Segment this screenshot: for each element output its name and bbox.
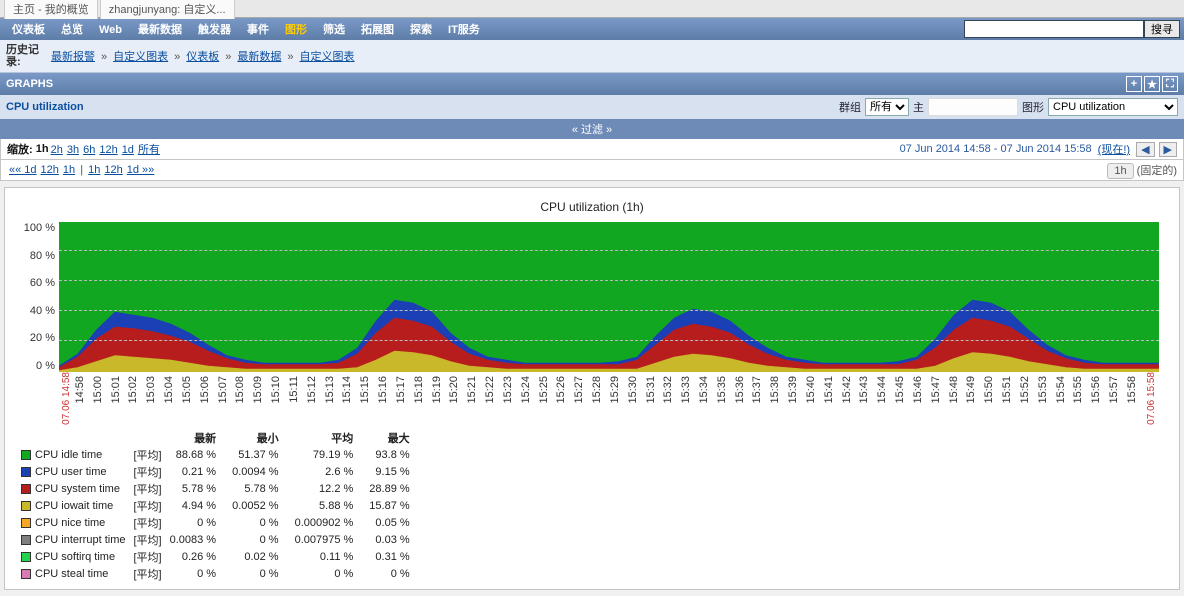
breadcrumb-link[interactable]: 自定义图表 — [300, 51, 355, 63]
history-label: 历史记录: — [6, 44, 42, 68]
time-range: 07 Jun 2014 14:58 - 07 Jun 2014 15:58 — [900, 143, 1092, 155]
legend-row: CPU interrupt time[平均]0.0083 %0 %0.00797… — [21, 532, 426, 549]
group-label: 群组 — [839, 99, 861, 115]
zoom-link[interactable]: 6h — [83, 144, 95, 156]
legend-row: CPU nice time[平均]0 %0 %0.000902 %0.05 % — [21, 515, 426, 532]
pager-link[interactable]: 1d »» — [127, 164, 155, 176]
star-icon[interactable]: ★ — [1144, 76, 1160, 92]
zoom-link[interactable]: 所有 — [138, 144, 160, 156]
menu-item[interactable]: Web — [91, 22, 130, 38]
legend-row: CPU iowait time[平均]4.94 %0.0052 %5.88 %1… — [21, 498, 426, 515]
menu-item[interactable]: 触发器 — [190, 22, 239, 38]
x-axis: 14:5815:0015:0115:0215:0315:0415:0515:06… — [74, 376, 1144, 426]
chart-container: CPU utilization (1h) 100 %80 %60 %40 %20… — [4, 187, 1180, 590]
zoom-link[interactable]: 12h — [99, 144, 117, 156]
menu-item[interactable]: IT服务 — [440, 22, 488, 38]
main-menu: 仪表板总览Web最新数据触发器事件图形筛选拓展图探索IT服务 搜寻 — [0, 18, 1184, 40]
x-end: 07.06 15:58 — [1146, 372, 1157, 425]
search-button[interactable]: 搜寻 — [1144, 20, 1180, 38]
plot-area — [59, 222, 1159, 372]
menu-item[interactable]: 最新数据 — [130, 22, 190, 38]
breadcrumb-link[interactable]: 最新报警 — [51, 51, 95, 63]
legend-row: CPU idle time[平均]88.68 %51.37 %79.19 %93… — [21, 447, 426, 464]
pager-link: | — [77, 164, 86, 176]
filter-toggle[interactable]: « 过滤 » — [0, 119, 1184, 139]
plus-icon[interactable]: + — [1126, 76, 1142, 92]
section-title: GRAPHS — [6, 78, 53, 90]
breadcrumb-link[interactable]: 最新数据 — [237, 51, 281, 63]
legend: 最新最小平均最大CPU idle time[平均]88.68 %51.37 %7… — [21, 430, 1169, 583]
prev-button[interactable]: ◀ — [1136, 142, 1154, 157]
host-value — [928, 98, 1018, 116]
legend-row: CPU steal time[平均]0 %0 %0 %0 % — [21, 566, 426, 583]
zoom-link[interactable]: 2h — [51, 144, 63, 156]
chart-plot[interactable]: 100 %80 %60 %40 %20 %0 % 07.06 14:58 14:… — [59, 222, 1159, 426]
graph-header: CPU utilization 群组 所有 主 图形 CPU utilizati… — [0, 95, 1184, 119]
chart-title: CPU utilization (1h) — [15, 194, 1169, 222]
pager-link[interactable]: 12h — [104, 164, 122, 176]
menu-item[interactable]: 总览 — [53, 22, 91, 38]
history-bar: 历史记录: 最新报警»自定义图表»仪表板»最新数据»自定义图表 — [0, 40, 1184, 73]
zoom-active[interactable]: 1h — [36, 143, 49, 155]
next-button[interactable]: ▶ — [1159, 142, 1177, 157]
browser-tabs: 主页 - 我的概览 zhangjunyang: 自定义... — [0, 0, 1184, 18]
search-box: 搜寻 — [964, 20, 1180, 38]
menu-item[interactable]: 筛选 — [315, 22, 353, 38]
pager-link[interactable]: «« 1d — [9, 164, 37, 176]
menu-item[interactable]: 探索 — [402, 22, 440, 38]
zoom-bar: 缩放: 1h 2h 3h 6h 12h 1d 所有 07 Jun 2014 14:58 -… — [0, 139, 1184, 160]
menu-item[interactable]: 仪表板 — [4, 22, 53, 38]
zoom-link[interactable]: 3h — [67, 144, 79, 156]
breadcrumb-link[interactable]: 自定义图表 — [113, 51, 168, 63]
browser-tab[interactable]: zhangjunyang: 自定义... — [100, 0, 235, 19]
host-label: 主 — [913, 99, 924, 115]
graph-select-label: 图形 — [1022, 99, 1044, 115]
menu-item[interactable]: 拓展图 — [353, 22, 402, 38]
menu-item[interactable]: 事件 — [239, 22, 277, 38]
pager-bar: «« 1d 12h 1h | 1h 12h 1d »» 1h (固定的) — [0, 160, 1184, 181]
pager-link[interactable]: 12h — [41, 164, 59, 176]
pager-link[interactable]: 1h — [88, 164, 100, 176]
y-axis: 100 %80 %60 %40 %20 %0 % — [17, 222, 55, 372]
x-start: 07.06 14:58 — [61, 372, 72, 425]
browser-tab[interactable]: 主页 - 我的概览 — [4, 0, 98, 19]
section-bar: GRAPHS + ★ ⛶ — [0, 73, 1184, 95]
fullscreen-icon[interactable]: ⛶ — [1162, 76, 1178, 92]
breadcrumb-link[interactable]: 仪表板 — [186, 51, 219, 63]
graph-select[interactable]: CPU utilization — [1048, 98, 1178, 116]
search-input[interactable] — [964, 20, 1144, 38]
window-size: 1h — [1107, 163, 1133, 179]
graph-title: CPU utilization — [6, 101, 84, 113]
now-link[interactable]: (现在!) — [1098, 141, 1130, 157]
group-select[interactable]: 所有 — [865, 98, 909, 116]
zoom-label: 缩放: — [7, 141, 33, 157]
menu-item[interactable]: 图形 — [277, 22, 315, 38]
legend-row: CPU system time[平均]5.78 %5.78 %12.2 %28.… — [21, 481, 426, 498]
legend-row: CPU softirq time[平均]0.26 %0.02 %0.11 %0.… — [21, 549, 426, 566]
legend-row: CPU user time[平均]0.21 %0.0094 %2.6 %9.15… — [21, 464, 426, 481]
fixed-label: (固定的) — [1137, 165, 1177, 177]
zoom-link[interactable]: 1d — [122, 144, 134, 156]
pager-link[interactable]: 1h — [63, 164, 75, 176]
